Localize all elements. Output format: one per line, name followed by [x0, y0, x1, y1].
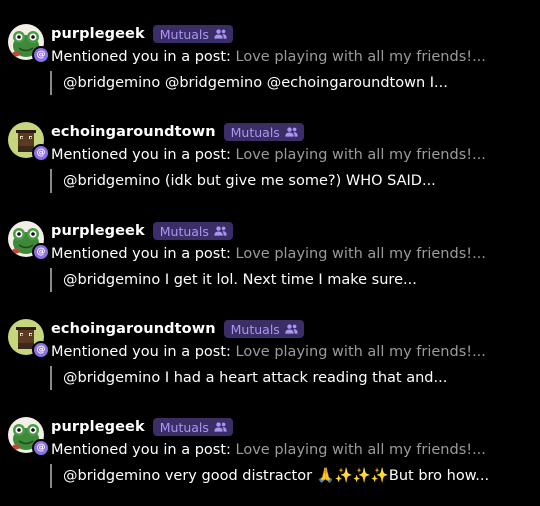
username[interactable]: echoingaroundtown	[51, 321, 216, 337]
post-preview-link[interactable]: Love playing with all my friends!...	[236, 147, 486, 163]
mention-quote[interactable]: @bridgemino very good distractor 🙏✨✨✨But…	[50, 464, 489, 488]
notification-item[interactable]: @ purplegeek Mutuals Mentioned you in a …	[0, 197, 540, 292]
mention-quote[interactable]: @bridgemino I had a heart attack reading…	[50, 366, 447, 390]
mention-action-text: Mentioned you in a post:	[51, 344, 231, 360]
mutuals-badge: Mutuals	[152, 25, 233, 43]
avatar[interactable]: @	[8, 221, 50, 261]
mutuals-badge-label: Mutuals	[159, 419, 209, 435]
mention-badge-icon: @	[32, 144, 50, 162]
mention-quote[interactable]: @bridgemino (idk but give me some?) WHO …	[50, 169, 436, 193]
post-preview-link[interactable]: Love playing with all my friends!...	[236, 246, 486, 262]
notification-item[interactable]: @ echoingaroundtown Mutuals Mentioned yo…	[0, 295, 540, 390]
avatar[interactable]: @	[8, 24, 50, 64]
post-preview-link[interactable]: Love playing with all my friends!...	[236, 49, 486, 65]
mutuals-badge: Mutuals	[223, 123, 304, 141]
mention-action-text: Mentioned you in a post:	[51, 49, 231, 65]
notification-item[interactable]: @ echoingaroundtown Mutuals Mentioned yo…	[0, 98, 540, 193]
mutuals-badge-label: Mutuals	[230, 321, 280, 337]
mention-badge-icon: @	[32, 439, 50, 457]
post-preview-link[interactable]: Love playing with all my friends!...	[236, 344, 486, 360]
mutuals-badge: Mutuals	[152, 418, 233, 436]
people-icon	[214, 422, 227, 432]
mention-badge-icon: @	[32, 46, 50, 64]
notification-item[interactable]: @ purplegeek Mutuals Mentioned you in a …	[0, 393, 540, 488]
mention-action-text: Mentioned you in a post:	[51, 246, 231, 262]
mutuals-badge-label: Mutuals	[159, 223, 209, 239]
mention-action-text: Mentioned you in a post:	[51, 147, 231, 163]
post-preview-link[interactable]: Love playing with all my friends!...	[236, 442, 486, 458]
avatar[interactable]: @	[8, 417, 50, 457]
mutuals-badge-label: Mutuals	[230, 124, 280, 140]
mention-badge-icon: @	[32, 341, 50, 359]
mention-badge-icon: @	[32, 243, 50, 261]
mutuals-badge-label: Mutuals	[159, 26, 209, 42]
notification-item[interactable]: @ purplegeek Mutuals Mentioned you in a …	[0, 0, 540, 95]
username[interactable]: purplegeek	[51, 26, 145, 42]
mutuals-badge: Mutuals	[223, 320, 304, 338]
people-icon	[285, 324, 298, 334]
username[interactable]: purplegeek	[51, 419, 145, 435]
mention-quote[interactable]: @bridgemino I get it lol. Next time I ma…	[50, 268, 417, 292]
people-icon	[214, 226, 227, 236]
avatar[interactable]: @	[8, 122, 50, 162]
avatar[interactable]: @	[8, 319, 50, 359]
username[interactable]: echoingaroundtown	[51, 124, 216, 140]
mention-action-text: Mentioned you in a post:	[51, 442, 231, 458]
mutuals-badge: Mutuals	[152, 222, 233, 240]
mention-quote[interactable]: @bridgemino @bridgemino @echoingaroundto…	[50, 71, 448, 95]
people-icon	[214, 29, 227, 39]
username[interactable]: purplegeek	[51, 223, 145, 239]
people-icon	[285, 127, 298, 137]
